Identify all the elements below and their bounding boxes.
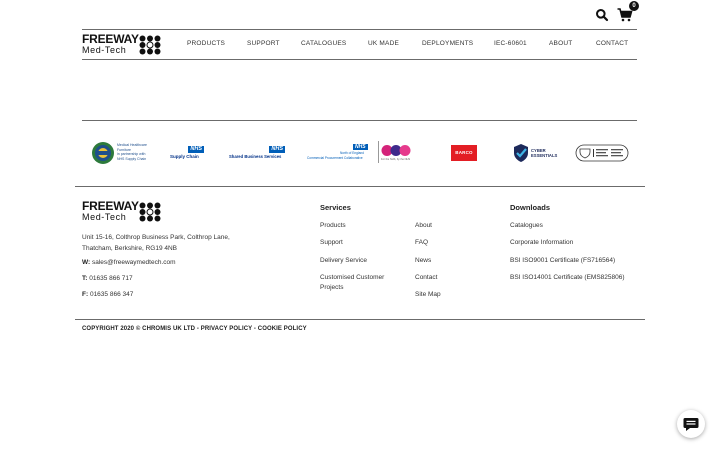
footer-link-contact[interactable]: Contact (415, 273, 437, 283)
medical-furniture-logo: Medical Healthcare Furniture in partners… (90, 140, 158, 166)
footer-fax-row: F: 01635 866 347 (82, 291, 133, 298)
barco-logo: BARCO (451, 140, 477, 166)
nav-deployments[interactable]: DEPLOYMENTS (422, 40, 473, 47)
nav-catalogues[interactable]: CATALOGUES (301, 40, 346, 47)
nhs-north-divider (378, 141, 379, 163)
cart-count-badge: 0 (629, 1, 639, 11)
nhs-shared-business-text: Shared Business Services (229, 154, 282, 159)
nhs-north-line1: North of England (340, 151, 364, 155)
footer-logo-text-secondary: Med-Tech (82, 212, 127, 222)
footer-divider-top (75, 186, 645, 187)
footer-divider-bottom (75, 319, 645, 320)
nav-products[interactable]: PRODUCTS (187, 40, 225, 47)
header-divider-top (82, 29, 637, 30)
logo-dots-icon (139, 202, 161, 222)
nhs-shared-business-logo: NHS Shared Business Services (229, 140, 285, 166)
footer-link-news[interactable]: News (415, 256, 431, 266)
nhs-badge: NHS (353, 144, 368, 150)
fax-number: 01635 866 347 (89, 291, 134, 298)
phone-link[interactable]: 01635 866 717 (89, 275, 132, 282)
nhs-badge: NHS (188, 146, 204, 153)
nav-contact[interactable]: CONTACT (596, 40, 628, 47)
download-catalogues[interactable]: Catalogues (510, 221, 543, 231)
nav-iec-60601[interactable]: IEC-60601 (494, 40, 527, 47)
downloads-heading: Downloads (510, 203, 551, 212)
bsi-certification-logo (575, 140, 629, 166)
footer-phone-row: T: 01635 866 717 (82, 275, 133, 282)
partner-logos: Medical Healthcare Furniture in partners… (82, 140, 637, 166)
medical-logo-line3: in partnership with (117, 152, 146, 156)
header-divider-bottom (82, 59, 637, 60)
nav-support[interactable]: SUPPORT (247, 40, 280, 47)
partners-divider (82, 120, 637, 121)
barco-text: BARCO (451, 145, 477, 161)
footer-link-about[interactable]: About (415, 221, 432, 231)
nhs-north-england-logo: NHS North of England Commercial Procurem… (307, 140, 415, 166)
email-label: W: (82, 259, 91, 266)
footer-link-site-map[interactable]: Site Map (415, 290, 441, 300)
chat-button[interactable] (677, 410, 705, 438)
nhs-north-circles-icon (381, 145, 411, 156)
medical-logo-line1: Medical Healthcare (117, 143, 147, 147)
download-corporate-information[interactable]: Corporate Information (510, 238, 573, 248)
download-iso14001-certificate[interactable]: BSI ISO14001 Certificate (EMS825806) (510, 273, 625, 283)
nhs-badge: NHS (269, 146, 285, 153)
footer-address: Unit 15-16, Colthrop Business Park, Colt… (82, 234, 230, 252)
cyber-essentials-logo: CYBER ESSENTIALS (512, 140, 560, 166)
services-heading: Services (320, 203, 351, 212)
nav-about[interactable]: ABOUT (549, 40, 572, 47)
copyright-text: COPYRIGHT 2020 © CHROMIS UK LTD - PRIVAC… (82, 326, 307, 332)
footer-link-customised-projects[interactable]: Customised Customer Projects (320, 273, 402, 293)
cyber-shield-icon (514, 144, 528, 162)
email-link[interactable]: sales@freewaymedtech.com (92, 259, 176, 266)
download-iso9001-certificate[interactable]: BSI ISO9001 Certificate (FS716564) (510, 256, 615, 266)
search-icon[interactable] (595, 8, 609, 22)
phone-label: T: (82, 275, 88, 282)
chat-icon (683, 418, 699, 431)
footer-email-row: W: sales@freewaymedtech.com (82, 259, 176, 266)
footer-link-products[interactable]: Products (320, 221, 346, 231)
main-navigation: PRODUCTS SUPPORT CATALOGUES UK MADE DEPL… (0, 40, 720, 50)
cyber-line2: ESSENTIALS (531, 153, 558, 158)
nhs-north-tagline: For the NHS, by the NHS (381, 158, 411, 161)
footer-link-support[interactable]: Support (320, 238, 343, 248)
footer-link-faq[interactable]: FAQ (415, 238, 428, 248)
nhs-north-line2: Commercial Procurement Collaborative (307, 156, 363, 160)
fax-label: F: (82, 291, 89, 298)
top-bar: 0 (0, 0, 720, 30)
nhs-supply-chain-text: Supply Chain (170, 154, 199, 159)
footer-logo[interactable]: FREEWAY Med-Tech (82, 199, 164, 223)
footer-link-delivery-service[interactable]: Delivery Service (320, 256, 367, 266)
nav-uk-made[interactable]: UK MADE (368, 40, 399, 47)
footer-logo-text-primary: FREEWAY (82, 199, 139, 213)
nhs-supply-chain-logo: NHS Supply Chain (170, 140, 204, 166)
medical-logo-line4: NHS Supply Chain (117, 156, 147, 161)
